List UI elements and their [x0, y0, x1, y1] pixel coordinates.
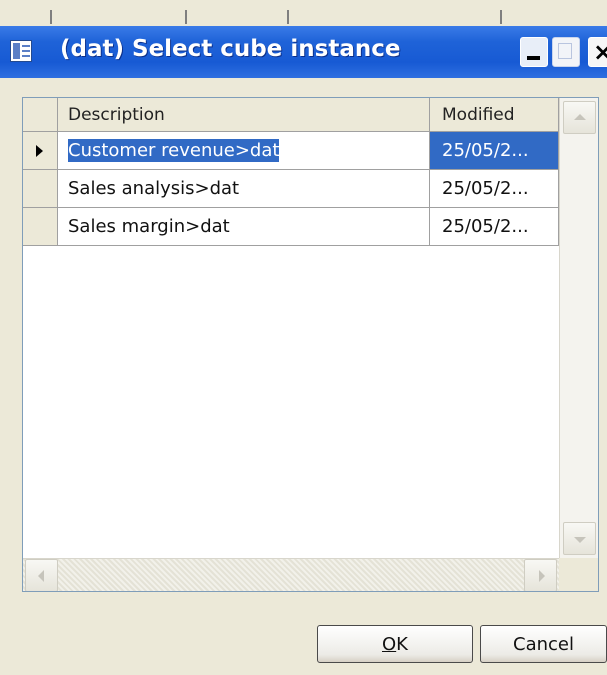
table-cell-description[interactable]: Sales analysis>dat: [58, 170, 430, 208]
window-title: (dat) Select cube instance: [60, 36, 401, 62]
ok-button[interactable]: OK: [317, 625, 473, 663]
minimize-icon: [527, 56, 540, 60]
scroll-up-button[interactable]: [563, 101, 596, 134]
column-header-modified[interactable]: Modified: [430, 98, 559, 132]
row-selector[interactable]: [23, 132, 58, 170]
scrollbar-corner: [559, 558, 598, 591]
row-selector-header[interactable]: [23, 98, 58, 132]
scroll-left-button[interactable]: [25, 559, 58, 591]
table-cell-modified[interactable]: 25/05/2...: [430, 170, 559, 208]
scroll-down-button[interactable]: [563, 522, 596, 555]
parent-window-strip: [0, 0, 607, 26]
minimize-button[interactable]: [520, 37, 548, 67]
cell-text: Customer revenue>dat: [68, 139, 280, 162]
arrow-down-icon: [574, 537, 586, 543]
ok-accelerator: O: [382, 634, 397, 655]
close-button[interactable]: ×: [588, 37, 607, 67]
table-cell-modified[interactable]: 25/05/2...: [430, 132, 559, 170]
arrow-up-icon: [574, 114, 586, 120]
horizontal-scrollbar[interactable]: [23, 558, 559, 591]
ok-label-rest: K: [396, 634, 408, 655]
cancel-button[interactable]: Cancel: [480, 625, 607, 663]
column-divider: [287, 10, 289, 24]
row-selector[interactable]: [23, 208, 58, 246]
form-window-icon[interactable]: [10, 40, 32, 62]
table-cell-modified[interactable]: 25/05/2...: [430, 208, 559, 246]
vertical-scrollbar[interactable]: [559, 98, 598, 558]
maximize-button[interactable]: [552, 37, 580, 67]
table-cell-description[interactable]: Customer revenue>dat: [58, 132, 430, 170]
column-header-description[interactable]: Description: [58, 98, 430, 132]
arrow-left-icon: [38, 570, 44, 582]
scroll-right-button[interactable]: [524, 559, 557, 591]
column-divider: [185, 10, 187, 24]
row-selector[interactable]: [23, 170, 58, 208]
cube-instance-grid[interactable]: Description Modified Customer revenue>da…: [22, 97, 599, 592]
maximize-icon: [558, 43, 572, 59]
row-pointer-icon: [36, 145, 43, 157]
column-divider: [500, 10, 502, 24]
title-bar[interactable]: (dat) Select cube instance ×: [0, 26, 607, 78]
close-icon: ×: [593, 38, 607, 66]
arrow-right-icon: [539, 570, 545, 582]
column-divider: [50, 10, 52, 24]
table-cell-description[interactable]: Sales margin>dat: [58, 208, 430, 246]
